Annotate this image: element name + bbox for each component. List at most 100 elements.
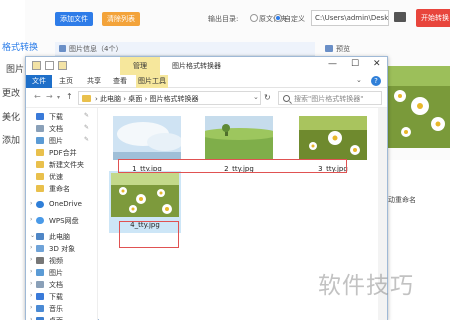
- image-thumbnail: [113, 116, 181, 160]
- folder-icon[interactable]: [58, 61, 67, 70]
- nav-item-label: 下载: [49, 113, 63, 121]
- help-icon[interactable]: ?: [371, 76, 381, 86]
- chevron-right-icon[interactable]: ›: [30, 280, 32, 287]
- preview-icon: [325, 45, 333, 52]
- tab-file[interactable]: 文件: [26, 75, 52, 88]
- cloud-icon: [36, 201, 44, 208]
- folder-browse-icon[interactable]: [394, 12, 406, 22]
- output-dir-label: 输出目录:: [208, 15, 239, 23]
- nav-item-pictures[interactable]: 图片 ✎: [30, 135, 98, 147]
- nav-item-downloads-pc[interactable]: › 下载: [30, 291, 98, 303]
- nav-item-pdf-merge[interactable]: PDF合并: [30, 147, 98, 159]
- nav-item-label: 3D 对象: [49, 245, 76, 253]
- address-bar-row: ← → ▾ ↑ › 此电脑 › 桌面 › 图片格式转换器 ⌄ ↻ 搜索"图片格式…: [26, 88, 387, 108]
- chevron-right-icon[interactable]: ›: [30, 216, 32, 223]
- folder-icon: [36, 185, 44, 192]
- nav-item-documents-pc[interactable]: › 文档: [30, 279, 98, 291]
- nav-item-onedrive[interactable]: › OneDrive: [30, 199, 98, 211]
- highlight-box: [119, 221, 179, 248]
- nav-item-label: 新建文件夹: [49, 161, 84, 169]
- chevron-right-icon[interactable]: ›: [30, 292, 32, 299]
- nav-item-label: 文档: [49, 125, 63, 133]
- start-convert-button[interactable]: 开始转换: [416, 9, 450, 27]
- title-bar: 管理 图片格式转换器 — ☐ ✕: [26, 57, 387, 75]
- address-input[interactable]: › 此电脑 › 桌面 › 图片格式转换器 ⌄: [78, 91, 261, 105]
- chevron-right-icon[interactable]: ›: [30, 244, 32, 251]
- auto-rename-label: 动重命名: [388, 196, 416, 204]
- folder-icon: [36, 173, 44, 180]
- sidebar-item-format-convert[interactable]: 格式转换: [2, 40, 38, 53]
- nav-item-desktop[interactable]: › 桌面: [30, 315, 98, 320]
- nav-item-new-folder[interactable]: 新建文件夹: [30, 159, 98, 171]
- chevron-right-icon[interactable]: ›: [30, 316, 32, 320]
- nav-item-videos[interactable]: › 视频: [30, 255, 98, 267]
- chevron-right-icon[interactable]: ›: [30, 256, 32, 263]
- nav-item-downloads[interactable]: 下载 ✎: [30, 111, 98, 123]
- clear-list-button[interactable]: 清除列表: [102, 12, 140, 26]
- tab-view[interactable]: 查看: [110, 75, 130, 88]
- back-arrow-icon[interactable]: ←: [34, 92, 41, 101]
- chevron-down-icon[interactable]: ⌄: [253, 93, 259, 101]
- image-info-bar: 图片信息（4个）: [55, 42, 315, 56]
- image-thumbnail: [299, 116, 367, 160]
- sidebar-item-beautify[interactable]: 美化: [2, 110, 20, 123]
- nav-item-pictures-pc[interactable]: › 图片: [30, 267, 98, 279]
- check-icon[interactable]: [45, 61, 54, 70]
- refresh-icon[interactable]: ↻: [264, 93, 271, 102]
- search-placeholder: 搜索"图片格式转换器": [294, 95, 364, 103]
- pin-icon: ✎: [84, 112, 90, 119]
- nav-item-label: 下载: [49, 293, 63, 301]
- nav-item-rename[interactable]: 重命名: [30, 183, 98, 195]
- nav-item-label: OneDrive: [49, 200, 82, 208]
- cube-icon: [36, 245, 44, 252]
- preview-label: 预览: [336, 45, 350, 53]
- folder-icon[interactable]: [32, 61, 41, 70]
- forward-arrow-icon[interactable]: →: [46, 92, 53, 101]
- nav-item-music[interactable]: › 音乐: [30, 303, 98, 315]
- image-thumbnail: [111, 173, 179, 217]
- chevron-down-icon[interactable]: ⌄: [30, 232, 35, 239]
- orig-folder-radio-label: 原文件夹: [259, 15, 287, 23]
- chevron-right-icon[interactable]: ›: [30, 200, 32, 207]
- up-arrow-icon[interactable]: ↑: [66, 92, 73, 101]
- image-thumbnail: [205, 116, 273, 160]
- ribbon-tabs: 文件 主页 共享 查看 图片工具 ⌄ ?: [26, 75, 387, 88]
- custom-folder-radio[interactable]: [274, 14, 282, 22]
- highlight-box: [118, 159, 347, 173]
- add-file-button[interactable]: 添加文件: [55, 12, 93, 26]
- download-icon: [36, 293, 44, 300]
- maximize-icon[interactable]: ☐: [351, 59, 359, 69]
- sidebar-item-add[interactable]: 添加: [2, 133, 20, 146]
- video-icon: [36, 257, 44, 264]
- cloud-icon: [36, 217, 44, 224]
- tab-picture-tools[interactable]: 图片工具: [136, 75, 168, 88]
- recent-dropdown-icon[interactable]: ▾: [57, 94, 60, 101]
- sidebar-item-change[interactable]: 更改: [2, 86, 20, 99]
- nav-item-this-pc[interactable]: ⌄ 此电脑: [30, 231, 98, 243]
- nav-item-3d-objects[interactable]: › 3D 对象: [30, 243, 98, 255]
- orig-folder-radio[interactable]: [250, 14, 258, 22]
- nav-item-yousu[interactable]: 优速: [30, 171, 98, 183]
- navigation-pane: 下载 ✎ 文档 ✎ 图片 ✎ PDF合并 新建文件夹 优速 重命名 › OneD…: [26, 108, 98, 320]
- output-path-input[interactable]: C:\Users\admin\Deskto: [311, 10, 389, 26]
- preview-image: [386, 66, 450, 148]
- chevron-down-icon[interactable]: ⌄: [356, 76, 362, 84]
- tab-share[interactable]: 共享: [84, 75, 104, 88]
- nav-item-wps-cloud[interactable]: › WPS网盘: [30, 215, 98, 227]
- chevron-right-icon[interactable]: ›: [30, 268, 32, 275]
- chevron-right-icon[interactable]: ›: [30, 304, 32, 311]
- nav-item-label: 音乐: [49, 305, 63, 313]
- sidebar-item-image[interactable]: 图片: [6, 62, 24, 75]
- nav-item-documents[interactable]: 文档 ✎: [30, 123, 98, 135]
- manage-context-tab[interactable]: 管理: [120, 57, 160, 75]
- nav-item-label: PDF合并: [49, 149, 77, 157]
- tab-home[interactable]: 主页: [56, 75, 76, 88]
- app-sidebar: 格式转换 图片 更改 美化 添加: [0, 0, 38, 320]
- nav-item-label: 视频: [49, 257, 63, 265]
- watermark: 软件技巧: [318, 273, 414, 299]
- document-icon: [36, 281, 44, 288]
- search-input[interactable]: 搜索"图片格式转换器": [278, 91, 382, 105]
- minimize-icon[interactable]: —: [328, 59, 337, 69]
- close-icon[interactable]: ✕: [373, 59, 381, 69]
- image-info-label: 图片信息（4个）: [69, 45, 123, 53]
